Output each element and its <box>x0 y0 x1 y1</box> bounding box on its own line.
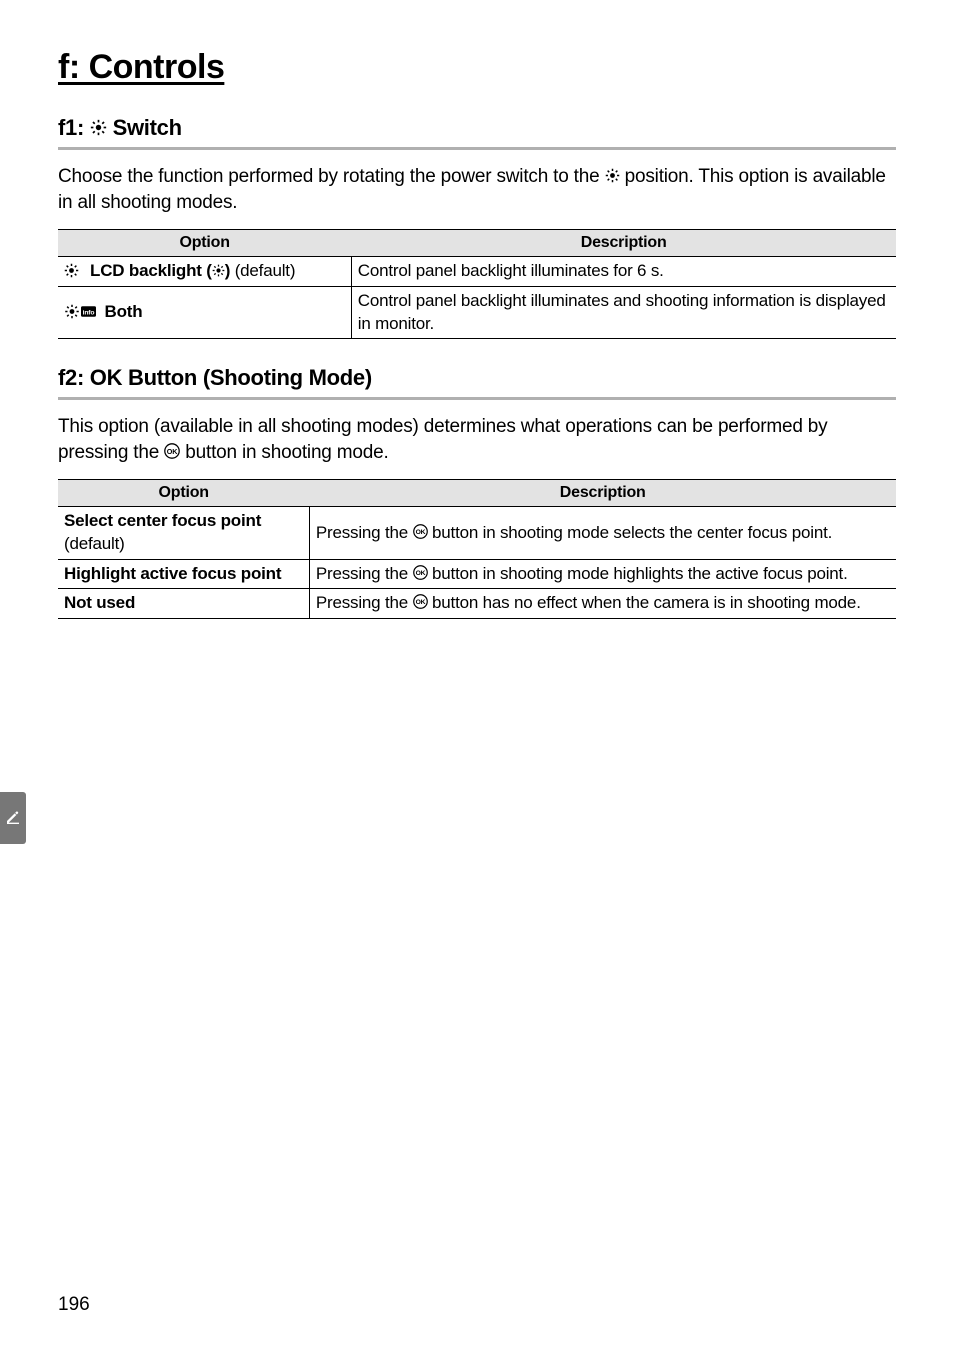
f1-heading-prefix: f1: <box>58 115 90 140</box>
col-header-option: Option <box>58 480 309 507</box>
f2-row2-desc: Pressing the button in shooting mode hig… <box>309 559 896 589</box>
opt-line1: Select center focus point <box>64 511 261 530</box>
table-row: Both Control panel backlight illuminates… <box>58 286 896 338</box>
section-f2-heading: f2: OK Button (Shooting Mode) <box>58 365 896 391</box>
f1-row1-desc: Control panel backlight illuminates for … <box>351 257 896 287</box>
f1-paragraph: Choose the function performed by rotatin… <box>58 164 896 215</box>
page-title: f: Controls <box>58 48 896 87</box>
desc-part2: button in shooting mode selects the cent… <box>428 523 833 542</box>
desc-part1: Pressing the <box>316 564 413 583</box>
opt-text: Both <box>105 302 143 321</box>
f1-row2-option: Both <box>58 286 351 338</box>
ok-icon <box>413 524 428 539</box>
f2-table: Option Description Select center focus p… <box>58 479 896 618</box>
backlight-info-icon <box>64 304 98 319</box>
col-header-description: Description <box>309 480 896 507</box>
backlight-icon <box>212 264 225 277</box>
backlight-icon <box>64 263 79 278</box>
table-row: Highlight active focus point Pressing th… <box>58 559 896 589</box>
f2-para-part2: button in shooting mode. <box>180 442 388 463</box>
table-row: LCD backlight () (default) Control panel… <box>58 257 896 287</box>
ok-icon <box>413 594 428 609</box>
f1-table: Option Description LCD backlight () (def… <box>58 229 896 339</box>
desc-part2: button has no effect when the camera is … <box>428 593 861 612</box>
desc-part1: Pressing the <box>316 593 413 612</box>
f2-paragraph: This option (available in all shooting m… <box>58 414 896 465</box>
table-row: Not used Pressing the button has no effe… <box>58 589 896 619</box>
pencil-icon <box>5 810 21 826</box>
opt-rest-text: (default) <box>230 261 295 280</box>
divider <box>58 147 896 150</box>
ok-icon <box>413 565 428 580</box>
divider <box>58 397 896 400</box>
f2-row1-desc: Pressing the button in shooting mode sel… <box>309 507 896 559</box>
f1-row2-desc: Control panel backlight illuminates and … <box>351 286 896 338</box>
col-header-option: Option <box>58 230 351 257</box>
desc-part2: button in shooting mode highlights the a… <box>428 564 848 583</box>
f1-heading-suffix: Switch <box>107 115 182 140</box>
f2-row2-option: Highlight active focus point <box>58 559 309 589</box>
f1-para-part1: Choose the function performed by rotatin… <box>58 166 605 187</box>
f2-row1-option: Select center focus point (default) <box>58 507 309 559</box>
backlight-icon <box>605 168 620 183</box>
table-header-row: Option Description <box>58 480 896 507</box>
f2-row3-desc: Pressing the button has no effect when t… <box>309 589 896 619</box>
page-number: 196 <box>58 1294 90 1316</box>
opt-line2: (default) <box>64 534 125 553</box>
opt-bold-text: LCD backlight ( <box>90 261 212 280</box>
table-row: Select center focus point (default) Pres… <box>58 507 896 559</box>
table-header-row: Option Description <box>58 230 896 257</box>
opt-text: Highlight active focus point <box>64 564 281 583</box>
f1-row1-option: LCD backlight () (default) <box>58 257 351 287</box>
ok-icon <box>164 443 180 459</box>
col-header-description: Description <box>351 230 896 257</box>
opt-text: Not used <box>64 593 135 612</box>
backlight-icon <box>90 119 107 136</box>
f2-row3-option: Not used <box>58 589 309 619</box>
desc-part1: Pressing the <box>316 523 413 542</box>
side-tab <box>0 792 26 844</box>
section-f1-heading: f1: Switch <box>58 115 896 141</box>
